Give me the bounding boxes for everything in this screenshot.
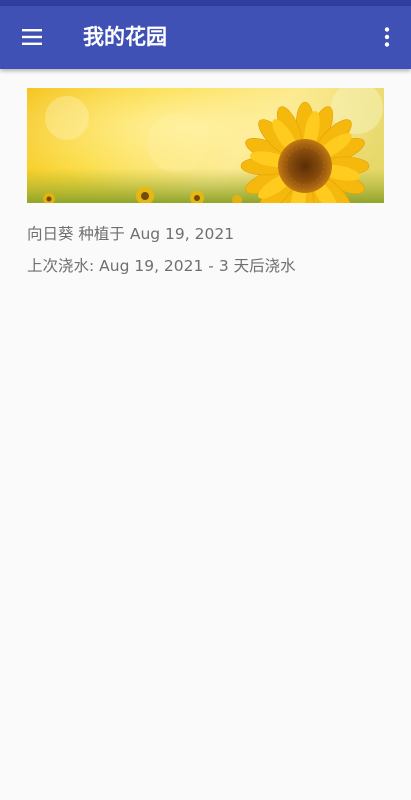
sunflower-photo <box>27 88 384 203</box>
plant-item[interactable]: 向日葵 种植于 Aug 19, 2021 上次浇水: Aug 19, 2021 … <box>27 88 384 278</box>
app-bar: 我的花园 <box>0 6 411 69</box>
menu-button[interactable] <box>8 13 56 61</box>
watering-info-text: 上次浇水: Aug 19, 2021 - 3 天后浇水 <box>27 257 296 275</box>
garden-list: 向日葵 种植于 Aug 19, 2021 上次浇水: Aug 19, 2021 … <box>27 88 384 278</box>
more-vert-icon <box>384 27 390 47</box>
overflow-menu-button[interactable] <box>367 13 407 61</box>
planted-date-text: 向日葵 种植于 Aug 19, 2021 <box>27 225 235 243</box>
page-title: 我的花园 <box>83 25 167 49</box>
menu-icon <box>22 29 42 45</box>
